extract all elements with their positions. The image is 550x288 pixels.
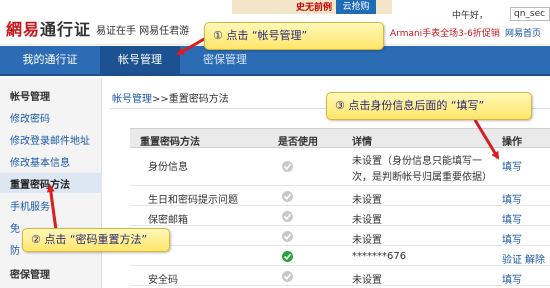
row-method: 安全码 <box>148 275 178 286</box>
nav-my-passport[interactable]: 我的通行证 <box>0 46 100 74</box>
column-header-action: 操作 <box>502 137 522 148</box>
sidebar-item-change-basic-info[interactable]: 修改基本信息 <box>10 154 70 169</box>
status-unused-icon <box>282 271 293 282</box>
fill-in-link[interactable]: 填写 <box>502 191 522 206</box>
table-row: 安全码 未设置 填写 <box>130 266 550 286</box>
callout-step-2: ② 点击 “密码重置方法” <box>22 228 170 252</box>
logo[interactable]: 網易通行证 <box>6 16 91 40</box>
breadcrumb: 帐号管理>>重置密码方法 <box>112 90 229 105</box>
sidebar-section-account: 帐号管理 <box>10 92 50 103</box>
table-row: 未设置 填写 <box>130 226 550 246</box>
verify-link[interactable]: 验证 <box>502 251 522 266</box>
breadcrumb-current: 重置密码方法 <box>168 94 229 105</box>
row-detail-line1: 未设置（身份信息只能填写一 <box>352 156 482 167</box>
sidebar: 帐号管理 修改密码 修改登录邮件地址 修改基本信息 重置密码方法 手机服务 免 … <box>0 78 102 288</box>
nav-security-management[interactable]: 密保管理 <box>180 46 270 74</box>
sidebar-section-security: 密保管理 <box>10 270 50 281</box>
column-header-method: 重置密码方法 <box>140 137 200 148</box>
slogan: 易证在手 网易任君游 <box>96 26 190 37</box>
username-box[interactable]: qn_sec <box>510 7 550 21</box>
status-unused-icon <box>282 161 293 172</box>
table-header-row: 重置密码方法 是否使用 详情 操作 <box>130 128 550 148</box>
table-row: 保密邮箱 未设置 填写 <box>130 206 550 226</box>
ad-button[interactable]: 云抢购 <box>336 0 376 14</box>
breadcrumb-separator: >> <box>152 94 169 105</box>
main-nav: 我的通行证 帐号管理 密保管理 <box>0 46 550 76</box>
homepage-link[interactable]: 网易首页 <box>505 26 541 39</box>
sidebar-item-change-login-email[interactable]: 修改登录邮件地址 <box>10 132 90 147</box>
row-detail: 未设置 <box>352 195 382 206</box>
greeting-text: 中午好， <box>452 11 489 21</box>
callout-step-1: ① 点击 “帐号管理” <box>204 22 384 50</box>
row-detail-masked-phone: *******676 <box>352 251 407 262</box>
logo-product: 通行证 <box>40 20 92 39</box>
fill-in-link[interactable]: 填写 <box>502 271 522 286</box>
sidebar-item-change-password[interactable]: 修改密码 <box>10 110 50 125</box>
row-method: 生日和密码提示问题 <box>148 195 238 206</box>
table-row: 生日和密码提示问题 未设置 填写 <box>130 186 550 206</box>
status-unused-icon <box>282 191 293 202</box>
breadcrumb-link[interactable]: 帐号管理 <box>112 94 152 105</box>
sidebar-item-hidden-1[interactable]: 免 <box>10 220 20 235</box>
sidebar-item-mobile-service[interactable]: 手机服务 <box>10 198 50 213</box>
fill-in-link[interactable]: 填写 <box>502 211 522 226</box>
fill-in-link[interactable]: 填写 <box>502 231 522 246</box>
ad-text[interactable]: 史无前例 <box>296 0 332 13</box>
fill-in-identity-link[interactable]: 填写 <box>502 158 522 173</box>
sidebar-item-hidden-2[interactable]: 防 <box>10 242 20 257</box>
table-row: 身份信息 未设置（身份信息只能填写一 次，是判断帐号归属重要依据） 填写 <box>130 148 550 186</box>
column-header-details: 详情 <box>352 137 372 148</box>
table-row: *******676 验证 解除 <box>130 246 550 266</box>
logo-brand: 網易 <box>6 20 41 39</box>
sidebar-item-reset-password-method[interactable]: 重置密码方法 <box>0 173 102 193</box>
sidebar-item-label: 重置密码方法 <box>10 180 70 191</box>
row-method: 保密邮箱 <box>148 215 188 226</box>
callout-step-3: ③ 点击身份信息后面的 “填写” <box>326 92 532 120</box>
status-unused-icon <box>282 211 293 222</box>
status-unused-icon <box>282 231 293 242</box>
row-detail: 未设置 <box>352 235 382 246</box>
row-method: 身份信息 <box>148 162 188 173</box>
nav-account-management[interactable]: 帐号管理 <box>100 46 180 74</box>
status-used-icon <box>282 251 293 262</box>
row-detail: 未设置 <box>352 215 382 226</box>
promo-link[interactable]: Armani手表全场3-6折促销 <box>390 26 500 39</box>
column-header-used: 是否使用 <box>278 137 318 148</box>
row-detail-line2: 次，是判断帐号归属重要依据） <box>352 172 492 183</box>
row-detail: 未设置 <box>352 275 382 286</box>
unbind-link[interactable]: 解除 <box>525 251 545 266</box>
